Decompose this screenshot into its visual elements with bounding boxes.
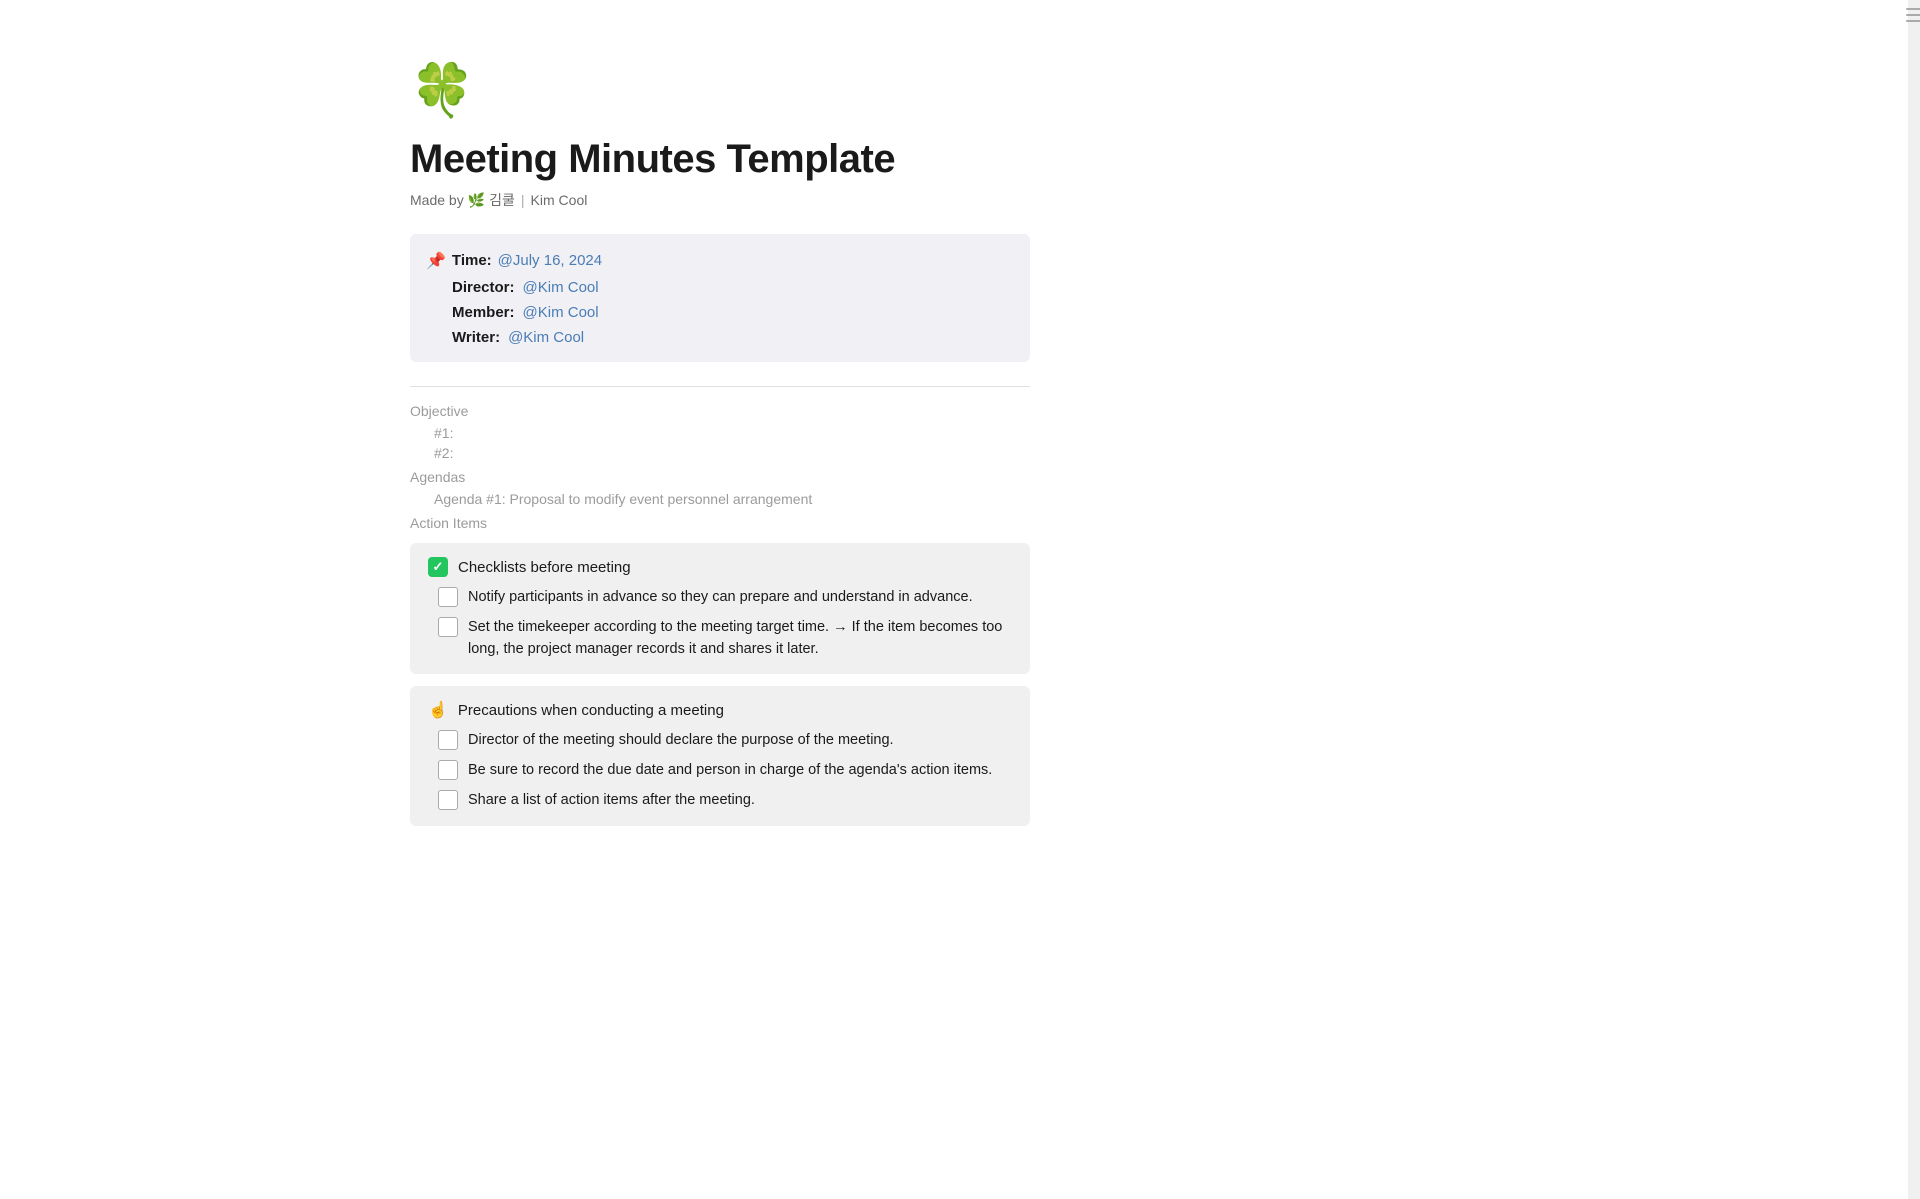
sections-wrapper: Objective #1: #2: Agendas Agenda #1: Pro… — [410, 403, 1030, 826]
director-value: @Kim Cool — [523, 279, 599, 296]
checkbox-unchecked-2[interactable] — [438, 617, 458, 637]
checklist-item-2-3: Share a list of action items after the m… — [438, 790, 1012, 812]
checklist-item-text-2-3: Share a list of action items after the m… — [468, 790, 1012, 812]
checklist-item-text-2-2: Be sure to record the due date and perso… — [468, 760, 1012, 782]
checklist-item-1-2: Set the timekeeper according to the meet… — [438, 617, 1012, 661]
agendas-section: Agendas Agenda #1: Proposal to modify ev… — [410, 469, 1030, 507]
checklist-item-text-2-1: Director of the meeting should declare t… — [468, 730, 1012, 752]
checkbox-unchecked-4[interactable] — [438, 760, 458, 780]
checklist-item-1-1: Notify participants in advance so they c… — [438, 587, 1012, 609]
scrollbar-line — [1906, 14, 1920, 16]
checkbox-checked-icon[interactable] — [428, 557, 448, 577]
made-by-name: Kim Cool — [531, 192, 588, 208]
checklist-header-text-2: Precautions when conducting a meeting — [458, 702, 724, 719]
checkbox-unchecked-5[interactable] — [438, 790, 458, 810]
agenda-item1: Agenda #1: Proposal to modify event pers… — [434, 491, 1030, 507]
checkbox-unchecked-3[interactable] — [438, 730, 458, 750]
objective-label: Objective — [410, 403, 1030, 419]
checklist-item-2-2: Be sure to record the due date and perso… — [438, 760, 1012, 782]
director-row: Director: @Kim Cool — [452, 279, 1010, 296]
agendas-label: Agendas — [410, 469, 1030, 485]
checklist-item-text-1-1: Notify participants in advance so they c… — [468, 587, 1012, 609]
scrollbar[interactable] — [1908, 0, 1920, 1199]
time-value: @July 16, 2024 — [498, 252, 602, 269]
time-row: 📌 Time: @July 16, 2024 — [426, 250, 1010, 271]
objective-item2: #2: — [434, 445, 1030, 461]
action-items-label: Action Items — [410, 515, 1030, 531]
writer-label: Writer: — [452, 329, 500, 346]
checklist-block-1: Checklists before meeting Notify partici… — [410, 543, 1030, 674]
divider — [410, 386, 1030, 387]
writer-value: @Kim Cool — [508, 329, 584, 346]
scrollbar-line — [1906, 8, 1920, 10]
scrollbar-line — [1906, 20, 1920, 22]
objective-item1: #1: — [434, 425, 1030, 441]
main-content: 🍀 Meeting Minutes Template Made by 🌿 김쿨 … — [370, 0, 1070, 878]
member-value: @Kim Cool — [523, 304, 599, 321]
member-row: Member: @Kim Cool — [452, 304, 1010, 321]
precautions-icon: ☝️ — [428, 700, 448, 720]
checklist-header-1: Checklists before meeting — [428, 557, 1012, 577]
action-items-section: Action Items Checklists before meeting N… — [410, 515, 1030, 826]
made-by-emoji: 🌿 — [468, 192, 485, 209]
separator: | — [521, 192, 525, 208]
info-block: 📌 Time: @July 16, 2024 Director: @Kim Co… — [410, 234, 1030, 362]
time-label: Time: — [452, 252, 492, 269]
sub-info-block: Director: @Kim Cool Member: @Kim Cool Wr… — [452, 279, 1010, 346]
checklist-item-2-1: Director of the meeting should declare t… — [438, 730, 1012, 752]
checklist-item-text-1-2: Set the timekeeper according to the meet… — [468, 617, 1012, 661]
page-title: Meeting Minutes Template — [410, 137, 1030, 182]
writer-row: Writer: @Kim Cool — [452, 329, 1010, 346]
pin-icon: 📌 — [426, 251, 446, 271]
checkbox-unchecked-1[interactable] — [438, 587, 458, 607]
objective-section: Objective #1: #2: — [410, 403, 1030, 461]
director-label: Director: — [452, 279, 515, 296]
made-by: Made by 🌿 김쿨 | Kim Cool — [410, 190, 1030, 210]
checklist-header-2: ☝️ Precautions when conducting a meeting — [428, 700, 1012, 720]
page-icon: 🍀 — [410, 60, 1030, 121]
checklist-header-text-1: Checklists before meeting — [458, 559, 631, 576]
checklist-block-2: ☝️ Precautions when conducting a meeting… — [410, 686, 1030, 825]
made-by-korean: 김쿨 — [489, 190, 515, 210]
made-by-label: Made by — [410, 192, 464, 208]
member-label: Member: — [452, 304, 515, 321]
